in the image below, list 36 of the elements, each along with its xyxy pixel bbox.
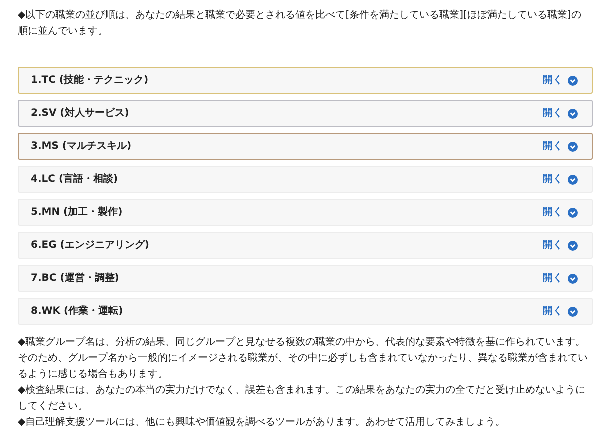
group-title: 4.LC (言語・相談) <box>31 172 118 187</box>
toggle-label: 開く <box>543 239 563 253</box>
accordion-header[interactable]: 8.WK (作業・運転) 開く <box>18 298 593 325</box>
chevron-down-icon <box>568 306 578 316</box>
group-title: 1.TC (技能・テクニック) <box>31 74 149 88</box>
note-text: ◆職業グループ名は、分析の結果、同じグループと見なせる複数の職業の中から、代表的な要素や特徴を基に作られています。そのため、グループ名から一般的にイメージされる職業が、その中に必ずしも含まれていなかったり、異なる職業が含まれているように感じる場合もあります。 <box>18 336 589 382</box>
chevron-down-icon <box>568 142 578 152</box>
chevron-down-icon <box>568 274 578 284</box>
toggle-label: 開く <box>543 305 563 319</box>
chevron-down-icon <box>568 208 578 218</box>
toggle-label: 開く <box>543 107 563 121</box>
chevron-down-icon <box>568 108 578 118</box>
note-text: ◆自己理解支援ツールには、他にも興味や価値観を調べるツールがあります。あわせて活用してみましょう。 <box>18 416 507 430</box>
group-title: 3.MS (マルチスキル) <box>31 140 132 154</box>
group-title: 6.EG (エンジニアリング) <box>31 239 150 253</box>
group-title: 8.WK (作業・運転) <box>31 304 124 319</box>
note-text: ◆検査結果には、あなたの本当の実力だけでなく、誤差も含まれます。この結果をあなたの実力の全てだと受け止めないようにしてください。 <box>18 384 587 414</box>
group-title: 2.SV (対人サービス) <box>31 106 130 121</box>
accordion-header[interactable]: 4.LC (言語・相談) 開く <box>18 166 593 193</box>
accordion-header[interactable]: 6.EG (エンジニアリング) 開く <box>18 232 593 259</box>
chevron-down-icon <box>568 174 578 184</box>
toggle-label: 開く <box>543 206 563 220</box>
chevron-down-icon <box>568 240 578 250</box>
group-title: 5.MN (加工・製作) <box>31 206 123 220</box>
accordion-header[interactable]: 2.SV (対人サービス) 開く <box>18 100 593 127</box>
accordion-header[interactable]: 7.BC (運営・調整) 開く <box>18 265 593 292</box>
toggle-label: 開く <box>543 173 563 187</box>
accordion-header[interactable]: 3.MS (マルチスキル) 開く <box>18 133 593 160</box>
accordion-header[interactable]: 5.MN (加工・製作) 開く <box>18 199 593 226</box>
toggle-label: 開く <box>543 74 563 88</box>
toggle-label: 開く <box>543 140 563 154</box>
chevron-down-icon <box>568 76 578 86</box>
toggle-label: 開く <box>543 272 563 286</box>
group-title: 7.BC (運営・調整) <box>31 271 120 286</box>
accordion-header[interactable]: 1.TC (技能・テクニック) 開く <box>18 67 593 94</box>
intro-text: ◆以下の職業の並び順は、あなたの結果と職業で必要とされる値を比べて[条件を満たしている職業][ほぼ満たしている職業]の順に並んでいます。 <box>18 8 582 39</box>
